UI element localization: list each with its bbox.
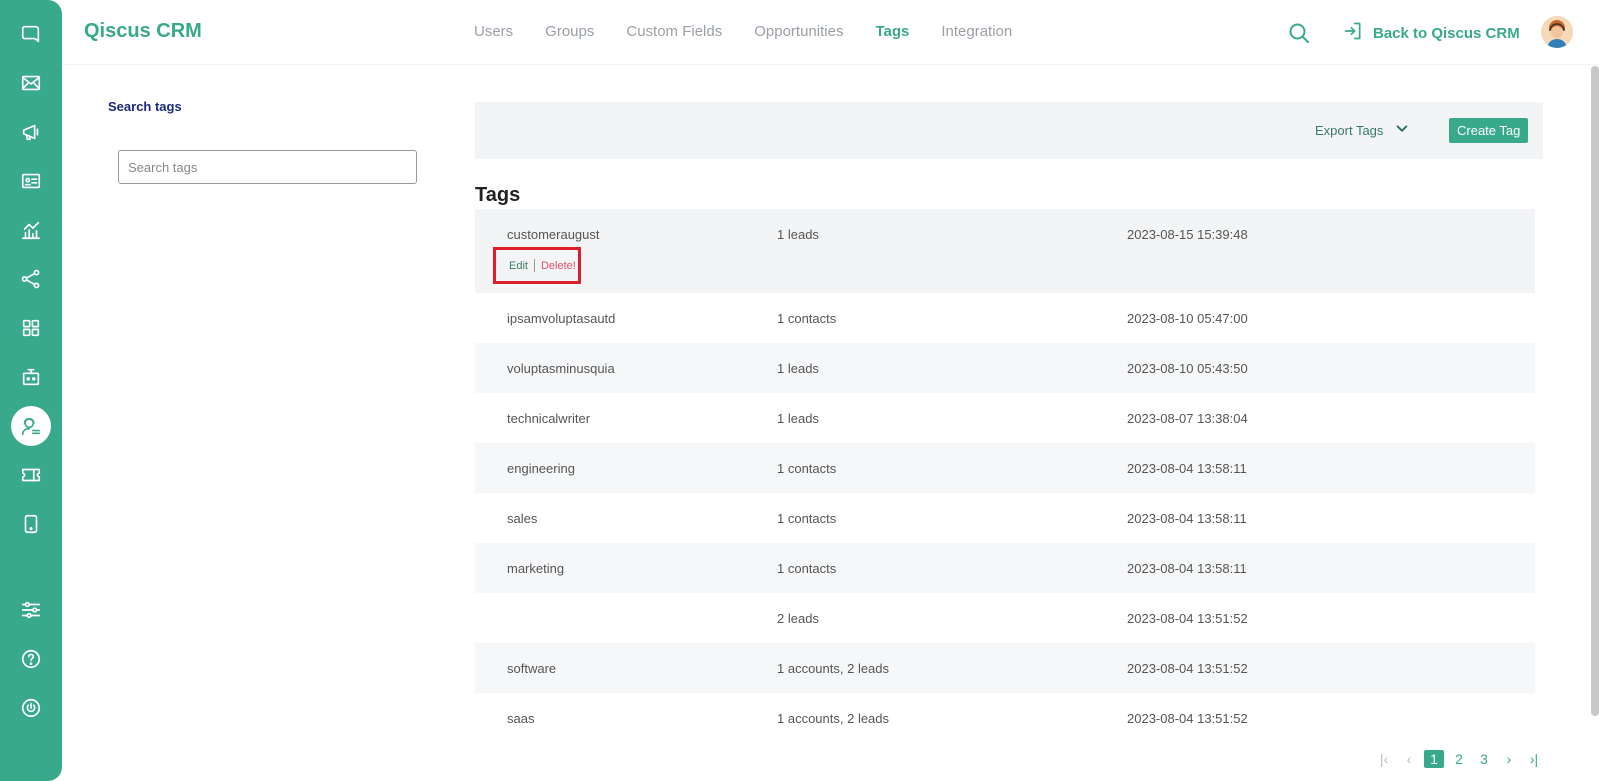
page-title: Tags <box>475 184 521 206</box>
export-tags-label: Export Tags <box>1315 123 1384 138</box>
tag-usage: 1 accounts, 2 leads <box>777 661 890 676</box>
tag-usage: 1 leads <box>777 361 819 376</box>
tag-usage: 1 accounts, 2 leads <box>777 711 890 726</box>
divider <box>533 259 535 272</box>
tag-usage: 1 contacts <box>777 511 837 526</box>
tag-date: 2023-08-04 13:58:11 <box>1127 461 1247 476</box>
main-nav: Users Groups Custom Fields Opportunities… <box>474 23 1044 40</box>
table-row[interactable]: saas 1 accounts, 2 leads 2023-08-04 13:5… <box>475 693 1535 743</box>
table-row[interactable]: engineering 1 contacts 2023-08-04 13:58:… <box>475 443 1535 493</box>
tag-name: engineering <box>507 461 575 476</box>
nav-users[interactable]: Users <box>474 23 513 40</box>
tag-usage: 1 contacts <box>777 311 837 326</box>
table-row[interactable]: ipsamvoluptasautd 1 contacts 2023-08-10 … <box>475 293 1535 343</box>
tag-date: 2023-08-04 13:58:11 <box>1127 561 1247 576</box>
help-icon[interactable] <box>11 639 51 679</box>
tag-name: voluptasminusquia <box>507 361 615 376</box>
power-icon[interactable] <box>11 688 51 728</box>
table-row[interactable]: sales 1 contacts 2023-08-04 13:58:11 <box>475 493 1535 543</box>
export-tags-dropdown[interactable]: Export Tags <box>1315 122 1409 139</box>
tag-name: customeraugust <box>507 227 600 242</box>
first-page-button[interactable]: |‹ <box>1374 751 1394 767</box>
tag-name: software <box>507 661 557 676</box>
page-1-button[interactable]: 1 <box>1424 750 1444 768</box>
tag-usage: 1 leads <box>777 227 819 242</box>
nav-tags[interactable]: Tags <box>875 23 909 40</box>
avatar[interactable] <box>1541 16 1573 48</box>
megaphone-icon[interactable] <box>11 112 51 152</box>
mail-icon[interactable] <box>11 63 51 103</box>
tag-name: marketing <box>507 561 565 576</box>
tag-usage: 2 leads <box>777 611 819 626</box>
nav-groups[interactable]: Groups <box>545 23 594 40</box>
brand-title[interactable]: Qiscus CRM <box>84 20 202 43</box>
tag-usage: 1 contacts <box>777 461 837 476</box>
tags-table: customeraugust 1 leads 2023-08-15 15:39:… <box>475 209 1535 743</box>
nav-opportunities[interactable]: Opportunities <box>754 23 843 40</box>
search-tags-title: Search tags <box>108 99 182 114</box>
table-row[interactable]: voluptasminusquia 1 leads 2023-08-10 05:… <box>475 343 1535 393</box>
table-row[interactable]: technicalwriter 1 leads 2023-08-07 13:38… <box>475 393 1535 443</box>
table-row[interactable]: customeraugust 1 leads 2023-08-15 15:39:… <box>475 209 1535 293</box>
tag-date: 2023-08-07 13:38:04 <box>1127 411 1248 426</box>
table-row[interactable]: 2 leads 2023-08-04 13:51:52 <box>475 593 1535 643</box>
tag-date: 2023-08-04 13:58:11 <box>1127 511 1247 526</box>
tag-usage: 1 contacts <box>777 561 837 576</box>
analytics-icon[interactable] <box>11 210 51 250</box>
page-2-button[interactable]: 2 <box>1449 751 1469 767</box>
top-bar: Qiscus CRM Users Groups Custom Fields Op… <box>62 0 1599 65</box>
tag-date: 2023-08-04 13:51:52 <box>1127 611 1248 626</box>
page-3-button[interactable]: 3 <box>1474 751 1494 767</box>
prev-page-button[interactable]: ‹ <box>1399 751 1419 767</box>
search-icon[interactable] <box>1287 21 1311 45</box>
table-row[interactable]: marketing 1 contacts 2023-08-04 13:58:11 <box>475 543 1535 593</box>
nav-custom-fields[interactable]: Custom Fields <box>626 23 722 40</box>
ticket-icon[interactable] <box>11 455 51 495</box>
back-to-crm-link[interactable]: Back to Qiscus CRM <box>1343 21 1520 45</box>
create-tag-button[interactable]: Create Tag <box>1449 118 1529 143</box>
left-sidebar <box>0 0 62 781</box>
table-row[interactable]: software 1 accounts, 2 leads 2023-08-04 … <box>475 643 1535 693</box>
tag-date: 2023-08-04 13:51:52 <box>1127 661 1248 676</box>
chevron-down-icon <box>1395 122 1409 139</box>
edit-link[interactable]: Edit <box>509 260 528 272</box>
row-actions: Edit Delete! <box>493 247 581 284</box>
next-page-button[interactable]: › <box>1499 751 1519 767</box>
mobile-icon[interactable] <box>11 504 51 544</box>
pagination: |‹ ‹ 1 2 3 › ›| <box>1374 750 1549 768</box>
tag-date: 2023-08-10 05:43:50 <box>1127 361 1248 376</box>
tag-name: ipsamvoluptasautd <box>507 311 616 326</box>
settings-sliders-icon[interactable] <box>11 590 51 630</box>
search-tags-input[interactable] <box>118 150 417 184</box>
agent-icon[interactable] <box>11 406 51 446</box>
page-scrollbar[interactable] <box>1591 66 1599 716</box>
back-link-label: Back to Qiscus CRM <box>1373 24 1520 42</box>
tag-date: 2023-08-10 05:47:00 <box>1127 311 1248 326</box>
tag-date: 2023-08-15 15:39:48 <box>1127 227 1248 242</box>
tags-toolbar: Export Tags Create Tag <box>475 102 1543 159</box>
tag-date: 2023-08-04 13:51:52 <box>1127 711 1248 726</box>
nav-integration[interactable]: Integration <box>941 23 1012 40</box>
flow-icon[interactable] <box>11 259 51 299</box>
chat-icon[interactable] <box>11 14 51 54</box>
last-page-button[interactable]: ›| <box>1524 751 1544 767</box>
exit-icon <box>1343 21 1363 45</box>
apps-grid-icon[interactable] <box>11 308 51 348</box>
contact-card-icon[interactable] <box>11 161 51 201</box>
tag-name: sales <box>507 511 538 526</box>
tag-usage: 1 leads <box>777 411 819 426</box>
bot-icon[interactable] <box>11 357 51 397</box>
delete-link[interactable]: Delete! <box>541 260 576 272</box>
tag-name: technicalwriter <box>507 411 591 426</box>
tag-name: saas <box>507 711 535 726</box>
